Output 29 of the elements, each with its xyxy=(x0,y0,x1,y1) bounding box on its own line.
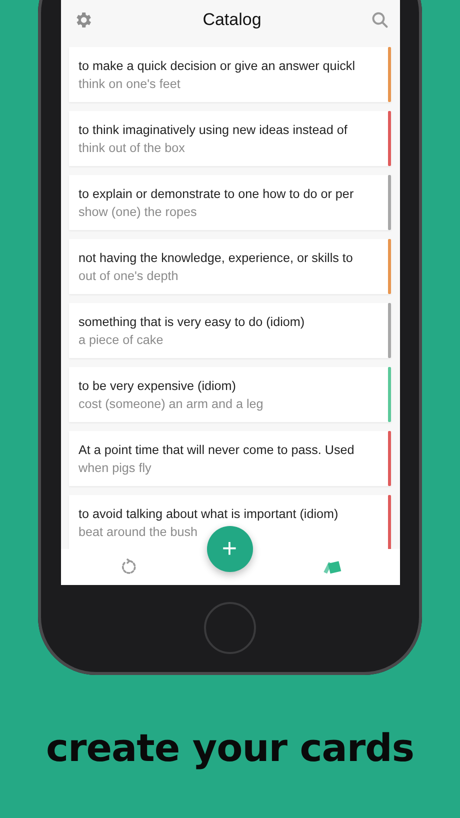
caption: create your cards xyxy=(46,726,414,770)
card-phrase: beat around the bush xyxy=(78,524,199,538)
card-phrase: show (one) the ropes xyxy=(78,204,198,218)
card-phrase: think out of the box xyxy=(78,140,186,154)
card-phrase: a piece of cake xyxy=(78,332,164,346)
review-tab[interactable] xyxy=(120,558,138,576)
idiom-card[interactable]: something that is very easy to do (idiom) a piece of cake xyxy=(68,303,390,358)
card-definition: something that is very easy to do (idiom) xyxy=(78,314,306,328)
search-button[interactable] xyxy=(371,11,390,29)
idiom-card[interactable]: to make a quick decision or give an answer quickl think on one's feet xyxy=(68,47,390,102)
card-definition: to make a quick decision or give an answer quickl xyxy=(78,58,356,72)
card-phrase: out of one's depth xyxy=(78,268,180,282)
card-phrase: cost (someone) an arm and a leg xyxy=(78,396,264,410)
card-definition: to be very expensive (idiom) xyxy=(78,378,237,392)
idiom-card[interactable]: not having the knowledge, experience, or skills to out of one's depth xyxy=(68,239,390,294)
idiom-card[interactable]: to think imaginatively using new ideas instead of think out of the box xyxy=(68,111,390,166)
card-definition: to explain or demonstrate to one how to do or per xyxy=(78,186,355,200)
idiom-card[interactable]: At a point time that will never come to pass. Used when pigs fly xyxy=(68,431,390,486)
home-button[interactable] xyxy=(204,602,256,654)
card-definition: At a point time that will never come to pass. Used xyxy=(78,442,356,456)
idiom-card[interactable]: to explain or demonstrate to one how to do or per show (one) the ropes xyxy=(68,175,390,230)
idiom-card[interactable]: to be very expensive (idiom) cost (someone) an arm and a leg xyxy=(68,367,390,422)
card-definition: to think imaginatively using new ideas instead of xyxy=(78,122,348,136)
card-phrase: think on one's feet xyxy=(78,76,182,90)
card-definition: to avoid talking about what is important (idiom) xyxy=(78,506,340,520)
card-phrase: when pigs fly xyxy=(78,460,152,474)
card-definition: not having the knowledge, experience, or skills to xyxy=(78,250,354,264)
screen-title: Catalog xyxy=(202,10,262,30)
search-icon xyxy=(371,11,390,29)
